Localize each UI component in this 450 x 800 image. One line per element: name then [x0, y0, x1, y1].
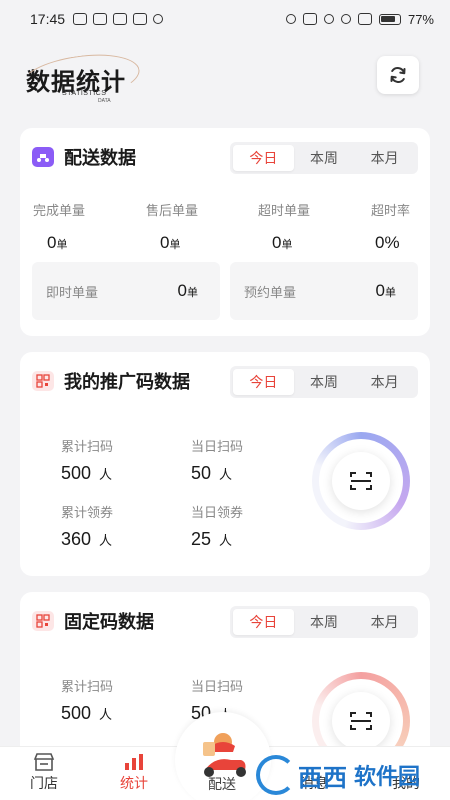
- daily-coupons-stat: 当日领券 25 人: [191, 502, 243, 550]
- daily-scans-stat: 当日扫码 50人: [191, 436, 243, 484]
- nav-item-statistics[interactable]: 统计: [104, 751, 164, 793]
- delivery-period-tabs: 今日 本周 本月: [230, 142, 418, 174]
- stat-label: 累计领券: [61, 505, 114, 520]
- app-notification-icon: [93, 13, 108, 25]
- scheduled-orders-box: 预约单量 0单: [230, 262, 418, 320]
- watermark-text: 西西: [298, 764, 348, 792]
- promo-code-card: 我的推广码数据 今日 本周 本月 累计扫码 500 人 当日扫码 50 人 累计领券…: [20, 352, 430, 576]
- logo-swirl: [17, 47, 143, 109]
- app-notification-icon: [133, 13, 148, 25]
- stat-label: 超时单量: [258, 203, 311, 218]
- watermark-logo-icon: [256, 755, 296, 795]
- page-logo: 数据统计 STATISTICS DATA: [17, 47, 156, 109]
- promo-card-header: 我的推广码数据: [32, 368, 190, 394]
- delivery-title: 配送数据: [64, 148, 136, 168]
- scan-icon: [350, 472, 372, 490]
- stat-label: 当日领券: [191, 505, 244, 520]
- completed-orders-stat: 完成单量 0单: [33, 200, 133, 253]
- tab-today[interactable]: 今日: [233, 145, 294, 171]
- stat-value: 500 人: [61, 463, 113, 483]
- signal-icon: [357, 13, 372, 25]
- scooter-icon: [32, 147, 54, 167]
- stat-label: 当日扫码: [191, 439, 244, 454]
- stat-label: 完成单量: [33, 203, 86, 218]
- stat-value: 0单: [272, 233, 293, 252]
- app-notification-icon: [113, 13, 128, 25]
- scheduled-orders-value: 0单: [375, 281, 396, 300]
- page-subtitle: STATISTICS: [62, 90, 107, 97]
- app-notification-icon: [153, 14, 164, 24]
- eye-icon: [285, 14, 296, 24]
- status-bar: 17:45 77%: [0, 0, 450, 38]
- stat-value: 0单: [160, 233, 181, 252]
- stat-value: 360 人: [61, 529, 113, 549]
- stat-label: 当日扫码: [191, 679, 244, 694]
- instant-orders-label: 即时单量: [46, 284, 99, 300]
- qr-code-icon: [32, 611, 54, 631]
- promo-title: 我的推广码数据: [64, 372, 190, 392]
- chart-icon: [104, 751, 164, 773]
- stat-label: 累计扫码: [61, 439, 114, 454]
- nfc-icon: [302, 13, 317, 25]
- total-scans-stat: 累计扫码 500 人: [61, 436, 113, 484]
- tab-today[interactable]: 今日: [233, 609, 294, 635]
- total-scans-stat: 累计扫码 500 人: [61, 676, 113, 724]
- page-subtitle-2: DATA: [98, 98, 111, 104]
- tab-this-month[interactable]: 本月: [354, 609, 415, 635]
- qr-code-icon: [32, 371, 54, 391]
- watermark-text-2: 软件园: [354, 764, 421, 789]
- battery-percent: 77%: [407, 11, 434, 27]
- fixed-period-tabs: 今日 本周 本月: [230, 606, 418, 638]
- promo-period-tabs: 今日 本周 本月: [230, 366, 418, 398]
- page-header: 数据统计 STATISTICS DATA: [0, 40, 450, 110]
- stat-label: 累计扫码: [61, 679, 114, 694]
- scheduled-orders-label: 预约单量: [244, 284, 297, 300]
- battery-icon: [378, 13, 401, 25]
- site-watermark: 西西 软件园: [256, 752, 450, 798]
- refresh-icon: [390, 67, 406, 83]
- timeout-rate-stat: 超时率 0%: [371, 200, 427, 253]
- nav-label: 门店: [30, 775, 58, 791]
- tab-this-week[interactable]: 本周: [294, 369, 355, 395]
- instant-orders-value: 0单: [177, 281, 198, 300]
- nav-label: 统计: [120, 775, 148, 791]
- tab-this-week[interactable]: 本周: [294, 145, 355, 171]
- app-notification-icon: [73, 13, 88, 25]
- system-icons: 77%: [285, 11, 434, 27]
- delivery-card-header: 配送数据: [32, 144, 136, 170]
- stat-label: 售后单量: [146, 203, 199, 218]
- total-coupons-stat: 累计领券 360 人: [61, 502, 113, 550]
- refresh-button[interactable]: [377, 56, 419, 94]
- delivery-card: 配送数据 今日 本周 本月 完成单量 0单 售后单量 0单 超时单量 0单 超时…: [20, 128, 430, 336]
- stat-value: 500 人: [61, 703, 113, 723]
- stat-value: 0%: [375, 233, 400, 252]
- stat-value: 0单: [47, 233, 68, 252]
- fixed-title: 固定码数据: [64, 612, 154, 632]
- tab-this-month[interactable]: 本月: [354, 369, 415, 395]
- after-sales-orders-stat: 售后单量 0单: [146, 200, 246, 253]
- instant-orders-box: 即时单量 0单: [32, 262, 220, 320]
- store-icon: [14, 751, 74, 773]
- scan-button[interactable]: [332, 692, 390, 750]
- stat-label: 超时率: [371, 203, 411, 218]
- fixed-card-header: 固定码数据: [32, 608, 154, 634]
- status-time: 17:45: [30, 11, 66, 27]
- tab-today[interactable]: 今日: [233, 369, 294, 395]
- scan-icon: [350, 712, 372, 730]
- scan-ring: [312, 432, 410, 530]
- nav-item-store[interactable]: 门店: [14, 751, 74, 793]
- notification-icons: [73, 13, 164, 25]
- nav-item-delivery-label: 配送: [208, 776, 236, 792]
- mute-icon: [340, 14, 351, 24]
- stat-value: 50人: [191, 463, 233, 483]
- timeout-orders-stat: 超时单量 0单: [258, 200, 358, 253]
- bluetooth-icon: [323, 14, 334, 24]
- scan-button[interactable]: [332, 452, 390, 510]
- tab-this-week[interactable]: 本周: [294, 609, 355, 635]
- tab-this-month[interactable]: 本月: [354, 145, 415, 171]
- stat-value: 25 人: [191, 529, 233, 549]
